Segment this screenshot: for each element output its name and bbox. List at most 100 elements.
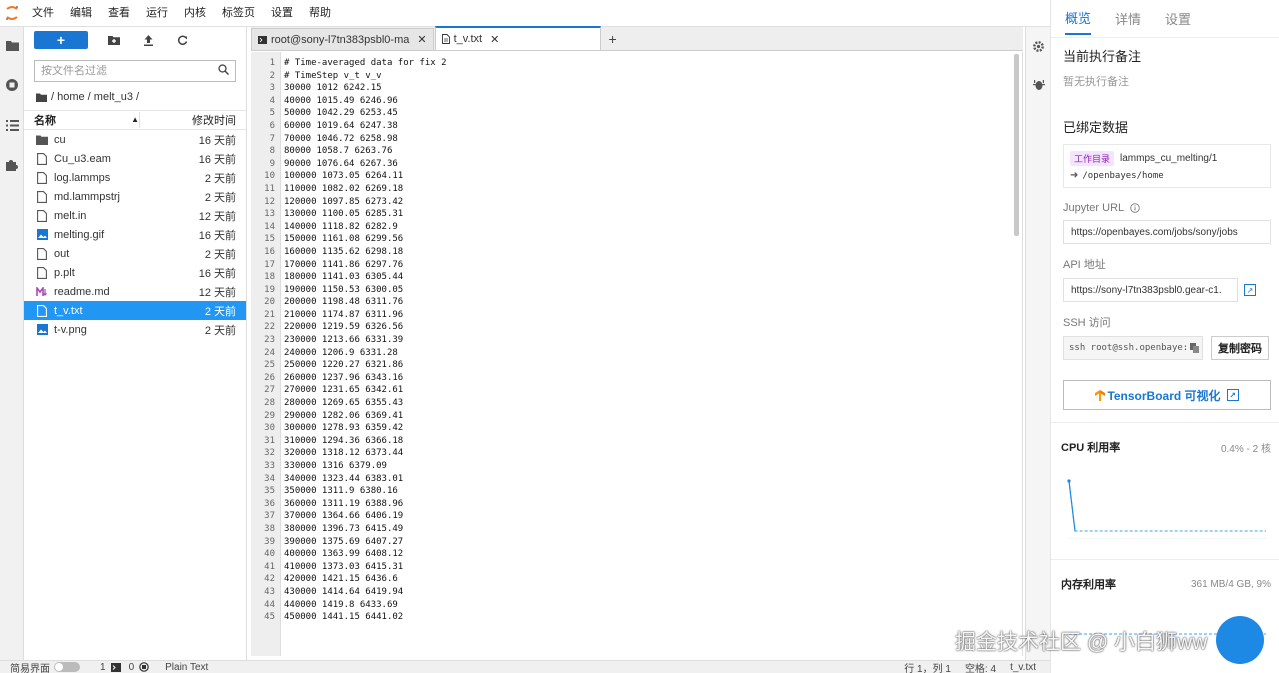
file-row[interactable]: melting.gif 16 天前 — [24, 225, 246, 244]
terminal-count[interactable]: 1 — [100, 662, 121, 673]
menu-item-4[interactable]: 内核 — [176, 0, 214, 27]
editor-line[interactable]: 14 140000 1118.82 6282.9 — [251, 221, 1022, 234]
editor-line[interactable]: 21 210000 1174.87 6311.96 — [251, 309, 1022, 322]
editor-line[interactable]: 34 340000 1323.44 6383.01 — [251, 473, 1022, 486]
debugger-bug-icon[interactable] — [1031, 77, 1046, 92]
editor-line[interactable]: 1 # Time-averaged data for fix 2 — [251, 57, 1022, 70]
simple-mode-toggle[interactable] — [54, 662, 80, 672]
editor-line[interactable]: 20 200000 1198.48 6311.76 — [251, 296, 1022, 309]
search-icon[interactable] — [218, 64, 230, 78]
tensorboard-button[interactable]: TensorBoard 可视化 ↗ — [1063, 380, 1271, 410]
file-row[interactable]: t-v.png 2 天前 — [24, 320, 246, 339]
editor-line[interactable]: 7 70000 1046.72 6258.98 — [251, 133, 1022, 146]
floating-help-button[interactable] — [1216, 616, 1264, 664]
cursor-position[interactable]: 行 1，列 1 — [904, 660, 951, 673]
info-icon[interactable] — [1130, 203, 1140, 213]
editor-scrollbar[interactable] — [1014, 54, 1019, 236]
menu-item-3[interactable]: 运行 — [138, 0, 176, 27]
editor-line[interactable]: 38 380000 1396.73 6415.49 — [251, 523, 1022, 536]
tab-details[interactable]: 详情 — [1115, 9, 1141, 34]
editor-line[interactable]: 31 310000 1294.36 6366.18 — [251, 435, 1022, 448]
refresh-icon[interactable] — [174, 32, 190, 48]
editor-line[interactable]: 24 240000 1206.9 6331.28 — [251, 347, 1022, 360]
editor-line[interactable]: 18 180000 1141.03 6305.44 — [251, 271, 1022, 284]
menu-item-6[interactable]: 设置 — [263, 0, 301, 27]
editor-line[interactable]: 44 440000 1419.8 6433.69 — [251, 599, 1022, 612]
file-filter-input[interactable] — [41, 65, 218, 77]
breadcrumb-folder-icon[interactable] — [36, 93, 47, 102]
api-url-field[interactable]: https://sony-l7tn383psbl0.gear-c1. — [1063, 278, 1238, 302]
bound-dataset-name[interactable]: lammps_cu_melting/1 — [1120, 153, 1217, 164]
menu-item-1[interactable]: 编辑 — [62, 0, 100, 27]
editor-line[interactable]: 29 290000 1282.06 6369.41 — [251, 410, 1022, 423]
editor-line[interactable]: 32 320000 1318.12 6373.44 — [251, 447, 1022, 460]
copy-password-button[interactable]: 复制密码 — [1211, 336, 1269, 360]
editor-line[interactable]: 11 110000 1082.02 6269.18 — [251, 183, 1022, 196]
kernel-count[interactable]: 0 — [129, 662, 150, 673]
editor-line[interactable]: 45 450000 1441.15 6441.02 — [251, 611, 1022, 624]
extension-puzzle-icon[interactable] — [4, 157, 20, 173]
file-row[interactable]: readme.md 12 天前 — [24, 282, 246, 301]
editor-line[interactable]: 12 120000 1097.85 6273.42 — [251, 196, 1022, 209]
file-row[interactable]: p.plt 16 天前 — [24, 263, 246, 282]
editor-line[interactable]: 36 360000 1311.19 6388.96 — [251, 498, 1022, 511]
editor-line[interactable]: 17 170000 1141.86 6297.76 — [251, 259, 1022, 272]
copy-icon[interactable] — [1190, 343, 1200, 353]
menu-item-0[interactable]: 文件 — [24, 0, 62, 27]
ssh-command-field[interactable]: ssh root@ssh.openbaye: — [1063, 336, 1203, 360]
editor-line[interactable]: 9 90000 1076.64 6267.36 — [251, 158, 1022, 171]
new-launcher-button[interactable]: + — [34, 31, 88, 49]
editor-line[interactable]: 5 50000 1042.29 6253.45 — [251, 107, 1022, 120]
external-link-icon[interactable]: ↗ — [1244, 284, 1256, 296]
file-type[interactable]: Plain Text — [165, 662, 208, 673]
editor-line[interactable]: 4 40000 1015.49 6246.96 — [251, 95, 1022, 108]
jupyter-url-field[interactable]: https://openbayes.com/jobs/sony/jobs — [1063, 220, 1271, 244]
file-row[interactable]: log.lammps 2 天前 — [24, 168, 246, 187]
file-row[interactable]: md.lammpstrj 2 天前 — [24, 187, 246, 206]
editor-line[interactable]: 19 190000 1150.53 6300.05 — [251, 284, 1022, 297]
editor-line[interactable]: 43 430000 1414.64 6419.94 — [251, 586, 1022, 599]
editor-line[interactable]: 13 130000 1100.05 6285.31 — [251, 208, 1022, 221]
editor-tab[interactable]: root@sony-l7tn383psbl0-ma ✕ — [251, 28, 434, 50]
file-row[interactable]: t_v.txt 2 天前 — [24, 301, 246, 320]
close-icon[interactable]: ✕ — [417, 33, 426, 46]
breadcrumb-path[interactable]: / home / melt_u3 / — [51, 91, 139, 103]
editor-line[interactable]: 6 60000 1019.64 6247.38 — [251, 120, 1022, 133]
editor-tab[interactable]: t_v.txt ✕ — [434, 26, 601, 50]
editor-line[interactable]: 37 370000 1364.66 6406.19 — [251, 510, 1022, 523]
file-row[interactable]: melt.in 12 天前 — [24, 206, 246, 225]
editor-line[interactable]: 15 150000 1161.08 6299.56 — [251, 233, 1022, 246]
column-name-header[interactable]: 名称 ▲ — [24, 112, 139, 128]
file-row[interactable]: Cu_u3.eam 16 天前 — [24, 149, 246, 168]
menu-item-7[interactable]: 帮助 — [301, 0, 339, 27]
editor-line[interactable]: 27 270000 1231.65 6342.61 — [251, 384, 1022, 397]
editor-line[interactable]: 8 80000 1058.7 6263.76 — [251, 145, 1022, 158]
toc-list-icon[interactable] — [4, 117, 20, 133]
editor-line[interactable]: 28 280000 1269.65 6355.43 — [251, 397, 1022, 410]
close-icon[interactable]: ✕ — [490, 33, 499, 46]
tab-settings[interactable]: 设置 — [1165, 9, 1191, 34]
running-icon[interactable] — [4, 77, 20, 93]
editor-line[interactable]: 2 # TimeStep v_t v_v — [251, 70, 1022, 83]
editor-line[interactable]: 26 260000 1237.96 6343.16 — [251, 372, 1022, 385]
editor-line[interactable]: 16 160000 1135.62 6298.18 — [251, 246, 1022, 259]
menu-item-5[interactable]: 标签页 — [214, 0, 263, 27]
tab-overview[interactable]: 概览 — [1065, 8, 1092, 35]
text-editor[interactable]: 1 # Time-averaged data for fix 2 2 # TimeSt… — [251, 52, 1023, 656]
editor-line[interactable]: 30 300000 1278.93 6359.42 — [251, 422, 1022, 435]
folder-icon[interactable] — [4, 37, 20, 53]
new-folder-icon[interactable] — [106, 32, 122, 48]
editor-line[interactable]: 40 400000 1363.99 6408.12 — [251, 548, 1022, 561]
editor-line[interactable]: 42 420000 1421.15 6436.6 — [251, 573, 1022, 586]
editor-line[interactable]: 35 350000 1311.9 6380.16 — [251, 485, 1022, 498]
indent-spaces[interactable]: 空格: 4 — [965, 660, 996, 673]
editor-line[interactable]: 22 220000 1219.59 6326.56 — [251, 321, 1022, 334]
editor-line[interactable]: 41 410000 1373.03 6415.31 — [251, 561, 1022, 574]
file-row[interactable]: out 2 天前 — [24, 244, 246, 263]
add-tab-button[interactable]: + — [601, 28, 624, 50]
menu-item-2[interactable]: 查看 — [100, 0, 138, 27]
editor-line[interactable]: 23 230000 1213.66 6331.39 — [251, 334, 1022, 347]
editor-line[interactable]: 3 30000 1012 6242.15 — [251, 82, 1022, 95]
editor-line[interactable]: 33 330000 1316 6379.09 — [251, 460, 1022, 473]
file-row[interactable]: cu 16 天前 — [24, 130, 246, 149]
